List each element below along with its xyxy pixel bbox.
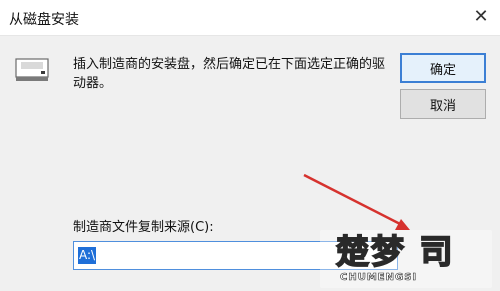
cancel-button[interactable]: 取消 (400, 89, 486, 119)
title-bar: 从磁盘安装 ✕ (0, 0, 500, 36)
ok-button[interactable]: 确定 (400, 53, 486, 83)
instruction-text: 插入制造商的安装盘，然后确定已在下面选定正确的驱动器。 (73, 57, 386, 91)
selected-text: A:\ (78, 247, 97, 264)
close-button[interactable]: ✕ (472, 8, 490, 26)
watermark-subtitle: CHUMENGSI (340, 272, 418, 284)
window-title: 从磁盘安装 (9, 12, 79, 28)
watermark: 楚梦 司 CHUMENGSI (320, 230, 492, 288)
source-label: 制造商文件复制来源(C): (73, 220, 214, 235)
watermark-title: 楚梦 司 (335, 232, 455, 272)
floppy-disk-icon (15, 58, 49, 81)
